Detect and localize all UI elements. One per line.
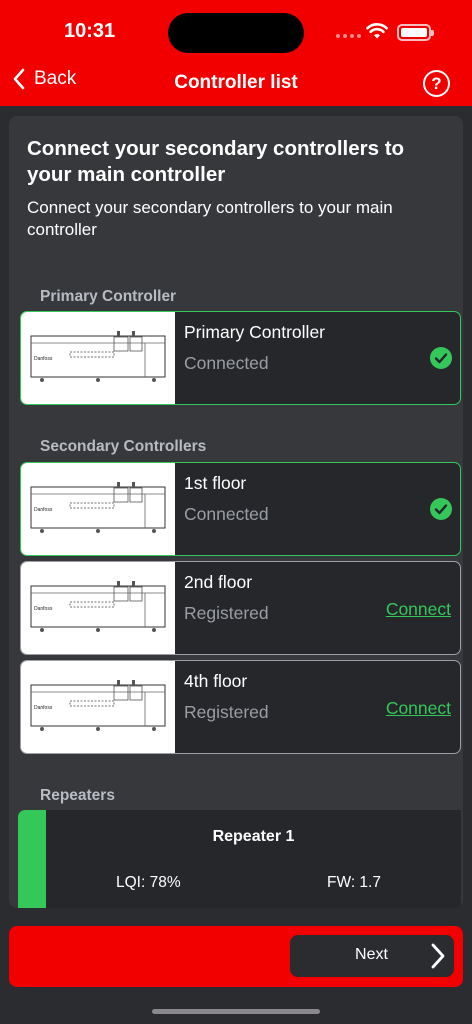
controller-image: Danfoss: [21, 562, 175, 654]
chevron-left-icon: [13, 68, 25, 90]
secondary-section-label: Secondary Controllers: [40, 438, 207, 455]
back-label: Back: [34, 68, 77, 89]
bottom-action-bar: Next: [9, 926, 463, 987]
signal-icon: [336, 34, 361, 38]
controller-name: Primary Controller: [184, 322, 325, 342]
controller-image: Danfoss: [21, 661, 175, 753]
controller-status: Connected: [184, 504, 269, 524]
controller-status: Registered: [184, 603, 269, 623]
chevron-right-icon: [431, 943, 445, 969]
controller-name: 4th floor: [184, 671, 248, 691]
controller-status: Registered: [184, 702, 269, 722]
top-bar: 10:31 Back Controller list ?: [0, 0, 472, 106]
checkmark-circle-icon: [430, 347, 452, 369]
battery-icon: [397, 24, 434, 41]
controller-name: 1st floor: [184, 473, 247, 493]
svg-text:Danfoss: Danfoss: [34, 606, 53, 612]
controller-status: Connected: [184, 353, 269, 373]
connect-button[interactable]: Connect: [386, 599, 451, 620]
checkmark-circle-icon: [430, 498, 452, 520]
status-time: 10:31: [64, 20, 116, 42]
repeaters-section-label: Repeaters: [40, 787, 115, 804]
repeater-card[interactable]: Repeater 1 LQI: 78% FW: 1.7: [18, 810, 461, 908]
primary-section-label: Primary Controller: [40, 288, 177, 305]
controller-image: Danfoss: [21, 463, 175, 555]
svg-text:Danfoss: Danfoss: [34, 507, 53, 513]
repeater-lqi: LQI: 78%: [116, 874, 181, 891]
next-label: Next: [355, 946, 388, 963]
svg-text:Danfoss: Danfoss: [34, 705, 53, 711]
repeater-firmware: FW: 1.7: [327, 874, 381, 891]
back-button[interactable]: Back: [12, 68, 76, 90]
secondary-controller-card[interactable]: Danfoss 1st floor Connected: [20, 462, 461, 556]
wifi-icon: [366, 23, 388, 39]
controller-name: 2nd floor: [184, 572, 253, 592]
section-description: Connect your secondary controllers to yo…: [27, 198, 393, 239]
primary-controller-card[interactable]: Danfoss Primary Controller Connected: [20, 311, 461, 405]
repeater-status-bar: [18, 810, 46, 908]
next-button[interactable]: Next: [290, 935, 454, 977]
controller-image: Danfoss: [21, 312, 175, 404]
controller-list-panel[interactable]: Connect your secondary controllers to yo…: [9, 116, 463, 908]
home-indicator: [152, 1009, 320, 1014]
secondary-controller-card[interactable]: Danfoss 4th floor Registered Connect: [20, 660, 461, 754]
svg-text:Danfoss: Danfoss: [34, 356, 53, 362]
help-icon[interactable]: ?: [423, 70, 450, 97]
secondary-controller-card[interactable]: Danfoss 2nd floor Registered Connect: [20, 561, 461, 655]
connect-button[interactable]: Connect: [386, 698, 451, 719]
repeater-name: Repeater 1: [212, 828, 295, 845]
section-heading: Connect your secondary controllers to yo…: [27, 137, 405, 186]
dynamic-island: [168, 13, 304, 53]
